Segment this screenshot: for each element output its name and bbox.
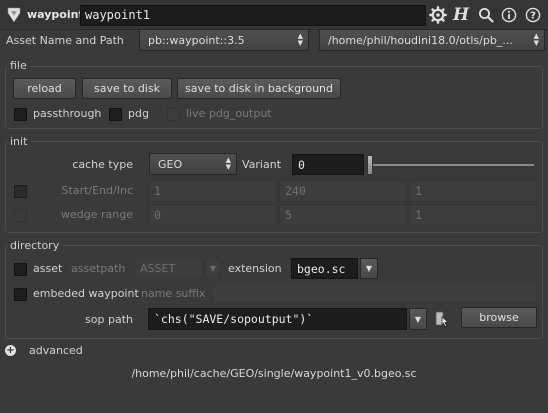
variant-field[interactable]: 0	[292, 154, 364, 175]
waypoint-node-icon	[7, 7, 21, 23]
wedge-start-field[interactable]: 0	[148, 204, 277, 226]
info-icon[interactable]	[499, 5, 519, 25]
sop-path-field[interactable]: `chs("SAVE/sopoutput")`	[148, 308, 407, 330]
node-chooser-icon[interactable]	[433, 310, 451, 328]
asset-name-dropdown[interactable]: pb::waypoint::3.5 ▲ ▼	[139, 29, 309, 51]
passthrough-label: passthrough	[33, 107, 102, 120]
increment-field[interactable]: 1	[409, 180, 537, 202]
asset-name-path-label: Asset Name and Path	[6, 34, 124, 47]
gear-icon[interactable]	[428, 5, 448, 25]
expand-plus-icon[interactable]: +	[5, 345, 16, 356]
node-type-label: waypoint	[27, 8, 84, 21]
browse-button[interactable]: browse	[461, 307, 537, 328]
cache-type-dropdown[interactable]: GEO ▲ ▼	[149, 153, 237, 175]
search-icon[interactable]	[476, 5, 496, 25]
wedge-step-field[interactable]: 1	[409, 204, 537, 226]
assetpath-menu-arrow-icon[interactable]: ▼	[205, 258, 221, 279]
file-section-title: file	[7, 59, 30, 72]
save-to-disk-button[interactable]: save to disk	[82, 78, 172, 99]
start-end-inc-label: Start/End/Inc	[61, 184, 133, 197]
name-suffix-field[interactable]	[211, 283, 537, 304]
start-frame-field[interactable]: 1	[148, 180, 277, 202]
wedge-end-field[interactable]: 5	[279, 204, 407, 226]
end-frame-field[interactable]: 240	[279, 180, 407, 202]
dropdown-arrows-icon: ▲ ▼	[225, 156, 231, 171]
svg-text:?: ?	[530, 11, 536, 22]
sop-path-label: sop path	[85, 313, 133, 326]
wedge-range-label: wedge range	[61, 208, 133, 221]
sop-path-menu-arrow-icon[interactable]: ▼	[409, 308, 427, 330]
variant-label: Variant	[242, 158, 282, 171]
embeded-waypoint-label: embeded waypoint	[33, 287, 139, 300]
asset-path-value: /home/phil/houdini18.0/otls/pb_...	[328, 33, 513, 47]
live-pdg-output-checkbox[interactable]	[167, 108, 180, 121]
directory-section-title: directory	[7, 239, 63, 252]
pdg-checkbox[interactable]	[109, 108, 122, 121]
assetpath-label: assetpath	[71, 262, 126, 275]
node-name-input[interactable]: waypoint1	[80, 5, 426, 26]
assetpath-field[interactable]: ASSET	[134, 258, 204, 279]
pdg-label: pdg	[128, 107, 149, 120]
asset-name-value: pb::waypoint::3.5	[148, 33, 245, 47]
help-icon[interactable]: ?	[523, 5, 543, 25]
asset-label: asset	[33, 262, 63, 275]
extension-label: extension	[228, 262, 282, 275]
asset-path-dropdown[interactable]: /home/phil/houdini18.0/otls/pb_... ▲ ▼	[319, 29, 545, 51]
asset-checkbox[interactable]	[14, 263, 27, 276]
passthrough-checkbox[interactable]	[14, 108, 27, 121]
dropdown-arrows-icon: ▲ ▼	[297, 32, 303, 47]
variant-slider-track[interactable]	[372, 164, 534, 166]
start-end-inc-checkbox[interactable]	[14, 185, 27, 198]
wedge-range-checkbox[interactable]	[14, 209, 27, 222]
reload-button[interactable]: reload	[13, 78, 76, 99]
variant-slider-handle[interactable]	[367, 155, 373, 175]
name-suffix-label: name suffix	[141, 287, 206, 300]
advanced-folder-label[interactable]: advanced	[29, 344, 83, 357]
extension-field[interactable]: bgeo.sc	[291, 258, 358, 279]
save-to-disk-background-button[interactable]: save to disk in background	[177, 78, 341, 99]
live-pdg-output-label: live pdg_output	[186, 107, 272, 120]
embeded-waypoint-checkbox[interactable]	[14, 288, 27, 301]
output-path-text: /home/phil/cache/GEO/single/waypoint1_v0…	[131, 367, 417, 380]
cache-type-label: cache type	[72, 158, 133, 171]
cache-type-value: GEO	[158, 157, 183, 171]
dropdown-arrows-icon: ▲ ▼	[533, 32, 539, 47]
houdini-help-icon[interactable]: H	[451, 5, 471, 25]
init-section-title: init	[7, 135, 31, 148]
extension-menu-arrow-icon[interactable]: ▼	[360, 258, 378, 279]
